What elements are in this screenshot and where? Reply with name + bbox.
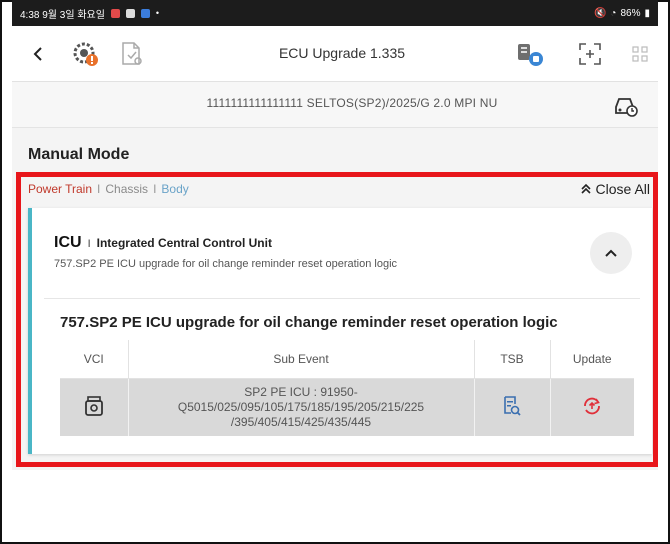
notification-app-icon	[140, 8, 150, 18]
vehicle-check-button[interactable]	[612, 91, 640, 119]
status-time: 4:38 9월 3일 화요일	[20, 9, 105, 21]
status-bar: 4:38 9월 3일 화요일 • 🔇 ◔ 86% ▮	[12, 0, 658, 26]
document-button[interactable]	[116, 38, 148, 70]
battery-icon: ▮	[644, 7, 650, 19]
section-title: Manual Mode	[28, 146, 130, 163]
mute-icon: 🔇	[593, 7, 607, 19]
wifi-icon: ◔	[610, 7, 617, 19]
diagnose-button[interactable]	[70, 38, 102, 70]
vehicle-db-button[interactable]	[514, 38, 546, 70]
fullscreen-button[interactable]	[574, 38, 606, 70]
grid-menu-button[interactable]	[624, 38, 656, 70]
notification-app-icon	[110, 8, 120, 18]
back-button[interactable]	[26, 42, 50, 66]
database-icon	[518, 44, 543, 66]
empty-area	[12, 470, 658, 542]
more-dot-icon: •	[155, 8, 160, 18]
vehicle-info-text: 1111111111111111 SELTOS(SP2)/2025/G 2.0 …	[206, 96, 498, 110]
gear-warning-icon	[73, 42, 98, 66]
vehicle-info-bar: 1111111111111111 SELTOS(SP2)/2025/G 2.0 …	[12, 82, 658, 128]
notification-app-icon	[125, 8, 135, 18]
page-title: ECU Upgrade 1.335	[278, 45, 406, 61]
vehicle-check-icon	[615, 98, 638, 117]
battery-level: 86%	[620, 7, 641, 19]
document-icon	[122, 42, 142, 65]
app-header: ECU Upgrade 1.335	[12, 26, 658, 82]
fullscreen-icon	[579, 43, 601, 65]
highlight-box	[16, 172, 658, 467]
back-chevron-icon	[33, 47, 42, 61]
grid-icon	[632, 46, 648, 62]
